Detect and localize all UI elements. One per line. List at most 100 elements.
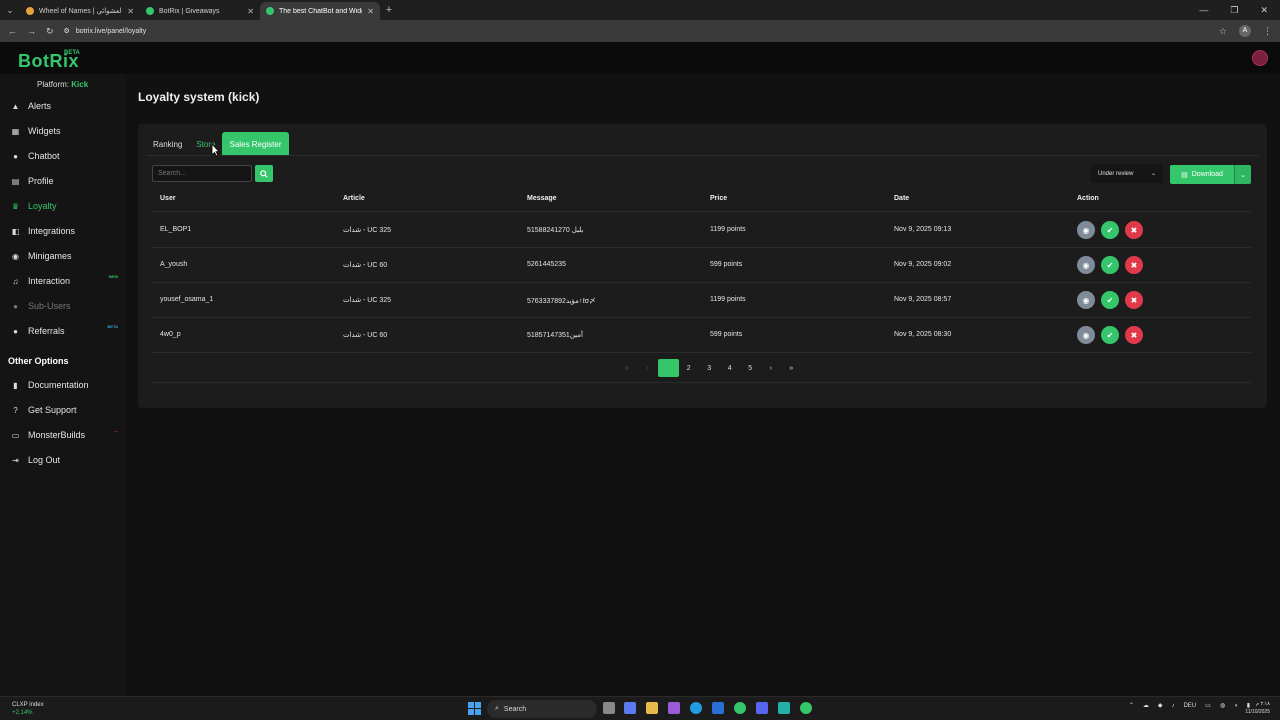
download-button[interactable]: ▤ Download [1170, 165, 1234, 184]
first-page-icon[interactable]: « [617, 359, 638, 377]
pagination: « ‹ 1 2 3 4 5 › » [617, 359, 802, 377]
column-header[interactable]: Date [894, 195, 909, 202]
tab-close-icon[interactable]: ✕ [247, 7, 254, 16]
bookmark-star-icon[interactable]: ☆ [1219, 26, 1227, 37]
tab-ranking[interactable]: Ranking [146, 132, 189, 156]
browser-tab[interactable]: Wheel of Names | عجلة الأسماء العشوائي ✕ [20, 2, 140, 20]
network-icon[interactable]: ◍ [1220, 702, 1225, 709]
approve-button[interactable]: ✔ [1101, 326, 1119, 344]
sidebar-item-minigames[interactable]: ◉ Minigames [0, 245, 126, 267]
app-icon[interactable] [778, 702, 790, 714]
chevron-up-icon[interactable]: ⌃ [1129, 702, 1134, 709]
sidebar-item-get-support[interactable]: ? Get Support [0, 399, 126, 421]
mic-icon[interactable]: ♪ [1171, 703, 1174, 709]
tab-close-icon[interactable]: ✕ [127, 7, 134, 16]
column-header[interactable]: Price [710, 195, 727, 202]
task-view-icon[interactable] [603, 702, 615, 714]
column-header[interactable]: User [160, 195, 176, 202]
page-link[interactable]: 2 [679, 359, 700, 377]
page-link[interactable]: 3 [699, 359, 720, 377]
reject-button[interactable]: ✖ [1125, 291, 1143, 309]
url-field[interactable]: ⚙ botrix.live/panel/loyalty [64, 27, 1209, 36]
reject-button[interactable]: ✖ [1125, 256, 1143, 274]
table-row: A_yoush شدات - UC 60 5261445235 599 poin… [152, 248, 1251, 283]
minimize-icon[interactable]: — [1199, 5, 1208, 16]
reload-icon[interactable]: ↻ [46, 26, 54, 37]
copilot-icon[interactable] [624, 702, 636, 714]
close-window-icon[interactable]: ✕ [1260, 5, 1268, 16]
cell-article: شدات - UC 325 [343, 297, 392, 304]
column-header[interactable]: Message [527, 195, 557, 202]
favicon-icon [26, 7, 34, 15]
language-indicator[interactable]: DEU [1183, 703, 1196, 709]
sidebar-item-referrals[interactable]: ● Referrals BETA [0, 320, 126, 342]
volume-icon[interactable]: ◖ [1234, 703, 1238, 709]
reject-button[interactable]: ✖ [1125, 221, 1143, 239]
chrome-profile-icon[interactable] [800, 702, 812, 714]
stock-widget[interactable]: CLXP index +2,14% [12, 701, 44, 717]
display-icon[interactable]: ▭ [1205, 702, 1211, 709]
sidebar-item-documentation[interactable]: ▮ Documentation [0, 374, 126, 396]
row-actions: ◉ ✔ ✖ [1077, 291, 1143, 309]
browser-tab[interactable]: BotRix | Giveaways ✕ [140, 2, 260, 20]
store-icon[interactable] [668, 702, 680, 714]
new-tab-button[interactable]: + [380, 4, 398, 16]
gamepad-icon: ◉ [12, 251, 19, 261]
sidebar-item-sub-users[interactable]: ● Sub-Users [0, 295, 126, 317]
page-link[interactable]: 5 [740, 359, 761, 377]
cell-message: 51857147351آمين [527, 332, 583, 339]
sidebar-item-widgets[interactable]: ▦ Widgets [0, 120, 126, 142]
approve-button[interactable]: ✔ [1101, 221, 1119, 239]
view-button[interactable]: ◉ [1077, 326, 1095, 344]
browser-tab-active[interactable]: The best ChatBot and Widgets ✕ [260, 2, 380, 20]
browser-profile-avatar[interactable]: A [1239, 25, 1251, 37]
cell-user: A_yoush [160, 261, 188, 268]
approve-button[interactable]: ✔ [1101, 256, 1119, 274]
search-button[interactable] [255, 165, 273, 182]
page-link-current[interactable]: 1 [658, 359, 679, 377]
sidebar-item-profile[interactable]: ▤ Profile [0, 170, 126, 192]
sidebar-item-alerts[interactable]: ▲ Alerts [0, 95, 126, 117]
maximize-icon[interactable]: ❐ [1230, 5, 1238, 16]
sidebar-item-integrations[interactable]: ◧ Integrations [0, 220, 126, 242]
last-page-icon[interactable]: » [781, 359, 802, 377]
mail-icon[interactable] [712, 702, 724, 714]
forward-icon[interactable]: → [27, 26, 36, 36]
taskbar-search[interactable]: ⌕ Search [487, 700, 597, 718]
view-button[interactable]: ◉ [1077, 291, 1095, 309]
cell-article: شدات - UC 60 [343, 332, 388, 339]
edge-icon[interactable] [690, 702, 702, 714]
sidebar-item-monsterbuilds[interactable]: ▭ MonsterBuilds — [0, 424, 126, 446]
back-icon[interactable]: ← [8, 26, 17, 36]
sidebar-item-logout[interactable]: ⇥ Log Out [0, 449, 126, 471]
site-info-icon[interactable]: ⚙ [64, 27, 70, 35]
search-input[interactable] [152, 165, 252, 182]
approve-button[interactable]: ✔ [1101, 291, 1119, 309]
download-dropdown-toggle[interactable]: ⌄ [1234, 165, 1251, 184]
next-page-icon[interactable]: › [761, 359, 782, 377]
column-header[interactable]: Article [343, 195, 365, 202]
sidebar-item-chatbot[interactable]: ● Chatbot [0, 145, 126, 167]
view-button[interactable]: ◉ [1077, 256, 1095, 274]
system-clock[interactable]: ٢:١٨ م 11/10/2025 [1245, 700, 1270, 716]
windows-start-icon[interactable] [468, 702, 481, 715]
status-filter-select[interactable]: Under review ⌄ [1091, 164, 1163, 183]
dropbox-icon[interactable]: ◆ [1158, 702, 1163, 709]
reject-button[interactable]: ✖ [1125, 326, 1143, 344]
view-button[interactable]: ◉ [1077, 221, 1095, 239]
page-link[interactable]: 4 [720, 359, 741, 377]
cloud-icon[interactable]: ☁ [1143, 702, 1149, 709]
discord-icon[interactable] [756, 702, 768, 714]
sidebar-item-interaction[interactable]: ♫ Interaction NEW [0, 270, 126, 292]
prev-page-icon[interactable]: ‹ [638, 359, 659, 377]
monitor-icon: ▭ [11, 430, 20, 440]
file-explorer-icon[interactable] [646, 702, 658, 714]
cell-user: EL_BOP1 [160, 226, 192, 233]
user-avatar[interactable] [1252, 50, 1268, 66]
chrome-icon[interactable] [734, 702, 746, 714]
tab-search-icon[interactable]: ⌄ [0, 0, 20, 20]
tab-sales-register[interactable]: Sales Register [222, 132, 289, 156]
sidebar-item-loyalty[interactable]: ♛ Loyalty [0, 195, 126, 217]
browser-menu-icon[interactable]: ⋮ [1263, 26, 1272, 37]
tab-close-icon[interactable]: ✕ [367, 7, 374, 16]
